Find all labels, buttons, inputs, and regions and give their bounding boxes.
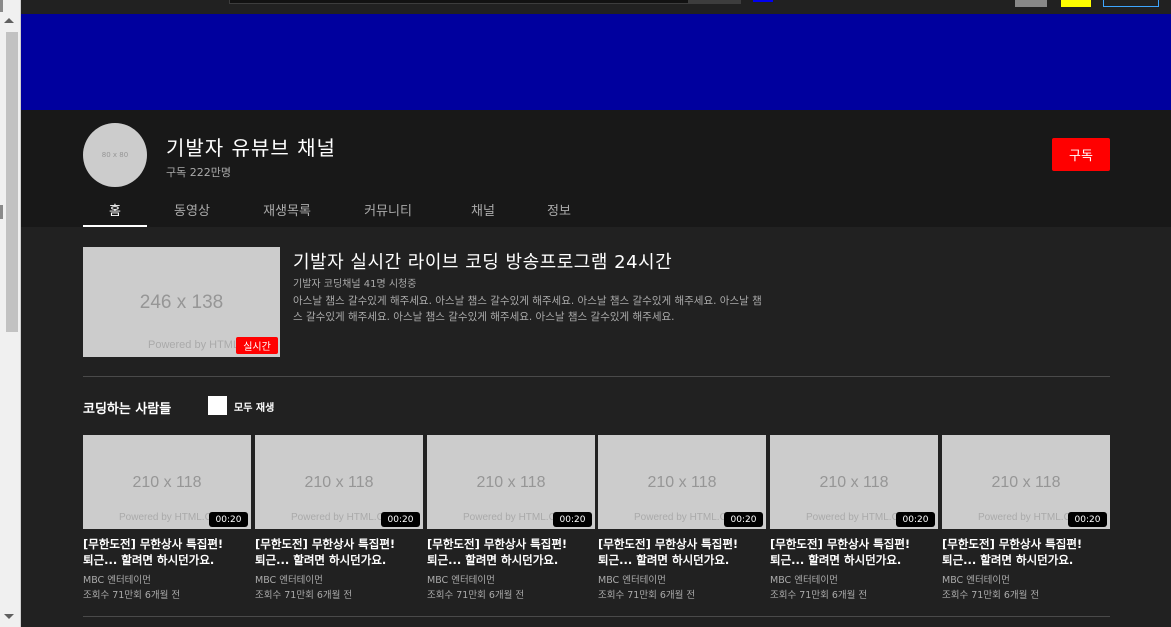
- login-button[interactable]: [1103, 0, 1159, 7]
- thumbnail-placeholder-text: 210 x 118: [304, 474, 374, 491]
- video-thumbnail[interactable]: 210 x 118 Powered by HTML.COM 00:20: [942, 435, 1110, 529]
- tab-community[interactable]: 커뮤니티: [337, 194, 439, 227]
- video-stats: 조회수 71만회 6개월 전: [427, 590, 525, 601]
- video-title-line: [무한도전] 무한상사 특집편!: [598, 537, 739, 551]
- video-title-line: [무한도전] 무한상사 특집편!: [770, 537, 911, 551]
- apps-button[interactable]: [1015, 0, 1047, 7]
- video-channel-name[interactable]: MBC 엔터테이먼: [83, 572, 251, 586]
- shelf-title[interactable]: 코딩하는 사람들: [83, 398, 171, 417]
- video-shelf: 210 x 118 Powered by HTML.COM 00:20 [무한도…: [83, 435, 1110, 605]
- video-title[interactable]: [무한도전] 무한상사 특집편! 퇴근... 할려면 하시던가요.: [598, 536, 770, 568]
- channel-avatar[interactable]: 80 x 80: [83, 123, 147, 187]
- top-header: [21, 0, 1171, 14]
- video-card[interactable]: 210 x 118 Powered by HTML.COM 00:20 [무한도…: [427, 435, 595, 601]
- avatar-placeholder-text: 80 x 80: [101, 151, 129, 159]
- play-all-button[interactable]: 모두 재생: [234, 399, 274, 414]
- video-title-line: 퇴근... 할려면 하시던가요.: [598, 553, 730, 567]
- scroll-up-arrow-icon[interactable]: [4, 18, 14, 23]
- channel-tabs: 홈 동영상 재생목록 커뮤니티 채널 정보: [83, 194, 591, 227]
- subscriber-count: 구독 222만명: [166, 166, 231, 179]
- featured-video-thumbnail[interactable]: 246 x 138 Powered by HTML.COM 실시간: [83, 247, 280, 357]
- video-title-line: 퇴근... 할려면 하시던가요.: [770, 553, 902, 567]
- video-title-line: 퇴근... 할려면 하시던가요.: [942, 553, 1074, 567]
- scroll-down-arrow-icon[interactable]: [4, 614, 14, 619]
- featured-video-meta: 기발자 코딩채널 41명 시청중: [293, 279, 417, 290]
- video-thumbnail[interactable]: 210 x 118 Powered by HTML.COM 00:20: [255, 435, 423, 529]
- video-thumbnail[interactable]: 210 x 118 Powered by HTML.COM 00:20: [770, 435, 938, 529]
- scrollbar-thumb[interactable]: [6, 32, 18, 332]
- video-thumbnail[interactable]: 210 x 118 Powered by HTML.COM 00:20: [598, 435, 766, 529]
- tab-channels[interactable]: 채널: [439, 194, 527, 227]
- video-title-line: [무한도전] 무한상사 특집편!: [427, 537, 568, 551]
- featured-video-description: 아스날 챔스 갈수있게 해주세요. 아스날 챔스 갈수있게 해주세요. 아스날 …: [293, 295, 762, 323]
- scrollbar-edge: [0, 0, 3, 12]
- video-channel-name[interactable]: MBC 엔터테이먼: [942, 572, 1110, 586]
- thumbnail-placeholder-text: 210 x 118: [132, 474, 202, 491]
- video-card[interactable]: 210 x 118 Powered by HTML.COM 00:20 [무한도…: [770, 435, 938, 601]
- video-duration: 00:20: [381, 512, 420, 527]
- tab-videos[interactable]: 동영상: [147, 194, 237, 227]
- video-card[interactable]: 210 x 118 Powered by HTML.COM 00:20 [무한도…: [942, 435, 1110, 601]
- video-title[interactable]: [무한도전] 무한상사 특집편! 퇴근... 할려면 하시던가요.: [942, 536, 1114, 568]
- video-card[interactable]: 210 x 118 Powered by HTML.COM 00:20 [무한도…: [598, 435, 766, 601]
- video-card[interactable]: 210 x 118 Powered by HTML.COM 00:20 [무한도…: [83, 435, 251, 601]
- video-title-line: [무한도전] 무한상사 특집편!: [942, 537, 1083, 551]
- thumbnail-placeholder-text: 246 x 138: [139, 292, 224, 313]
- thumbnail-placeholder-text: 210 x 118: [476, 474, 546, 491]
- video-duration: 00:20: [724, 512, 763, 527]
- app-root: 80 x 80 기발자 유뷰브 채널 구독 222만명 구독 홈 동영상 재생목…: [0, 0, 1171, 627]
- tab-playlists[interactable]: 재생목록: [237, 194, 337, 227]
- video-thumbnail[interactable]: 210 x 118 Powered by HTML.COM 00:20: [427, 435, 595, 529]
- channel-title: 기발자 유뷰브 채널: [166, 136, 336, 160]
- video-card[interactable]: 210 x 118 Powered by HTML.COM 00:20 [무한도…: [255, 435, 423, 601]
- video-thumbnail[interactable]: 210 x 118 Powered by HTML.COM 00:20: [83, 435, 251, 529]
- video-duration: 00:20: [896, 512, 935, 527]
- video-duration: 00:20: [209, 512, 248, 527]
- thumbnail-placeholder-text: 210 x 118: [991, 474, 1061, 491]
- video-title-line: 퇴근... 할려면 하시던가요.: [427, 553, 559, 567]
- video-stats: 조회수 71만회 6개월 전: [942, 590, 1040, 601]
- vertical-scrollbar[interactable]: [0, 0, 21, 627]
- video-stats: 조회수 71만회 6개월 전: [598, 590, 696, 601]
- settings-button[interactable]: [1061, 0, 1091, 7]
- channel-header: 80 x 80 기발자 유뷰브 채널 구독 222만명 구독 홈 동영상 재생목…: [21, 110, 1171, 227]
- section-divider: [83, 376, 1110, 377]
- voice-search-icon[interactable]: [753, 0, 773, 2]
- video-channel-name[interactable]: MBC 엔터테이먼: [598, 572, 766, 586]
- video-title[interactable]: [무한도전] 무한상사 특집편! 퇴근... 할려면 하시던가요.: [255, 536, 427, 568]
- video-duration: 00:20: [553, 512, 592, 527]
- search-button[interactable]: [689, 0, 741, 4]
- video-title-line: [무한도전] 무한상사 특집편!: [83, 537, 224, 551]
- channel-banner: [21, 14, 1171, 110]
- video-stats: 조회수 71만회 6개월 전: [770, 590, 868, 601]
- video-stats: 조회수 71만회 6개월 전: [83, 590, 181, 601]
- video-stats: 조회수 71만회 6개월 전: [255, 590, 353, 601]
- search-input[interactable]: [229, 0, 689, 4]
- play-all-icon[interactable]: [208, 396, 227, 415]
- video-title-line: 퇴근... 할려면 하시던가요.: [255, 553, 387, 567]
- video-duration: 00:20: [1068, 512, 1107, 527]
- tab-home[interactable]: 홈: [83, 194, 147, 227]
- tab-about[interactable]: 정보: [527, 194, 591, 227]
- video-title-line: [무한도전] 무한상사 특집편!: [255, 537, 396, 551]
- video-title-line: 퇴근... 할려면 하시던가요.: [83, 553, 215, 567]
- thumbnail-placeholder-text: 210 x 118: [819, 474, 889, 491]
- video-title[interactable]: [무한도전] 무한상사 특집편! 퇴근... 할려면 하시던가요.: [83, 536, 255, 568]
- thumbnail-placeholder-text: 210 x 118: [647, 474, 717, 491]
- video-channel-name[interactable]: MBC 엔터테이먼: [255, 572, 423, 586]
- video-title[interactable]: [무한도전] 무한상사 특집편! 퇴근... 할려면 하시던가요.: [427, 536, 599, 568]
- video-channel-name[interactable]: MBC 엔터테이먼: [770, 572, 938, 586]
- video-channel-name[interactable]: MBC 엔터테이먼: [427, 572, 595, 586]
- subscribe-button[interactable]: 구독: [1052, 138, 1110, 171]
- featured-video-title[interactable]: 기발자 실시간 라이브 코딩 방송프로그램 24시간: [293, 248, 672, 274]
- section-divider: [83, 616, 1110, 617]
- video-title[interactable]: [무한도전] 무한상사 특집편! 퇴근... 할려면 하시던가요.: [770, 536, 942, 568]
- live-badge: 실시간: [236, 337, 278, 354]
- scrollbar-edge: [0, 205, 3, 219]
